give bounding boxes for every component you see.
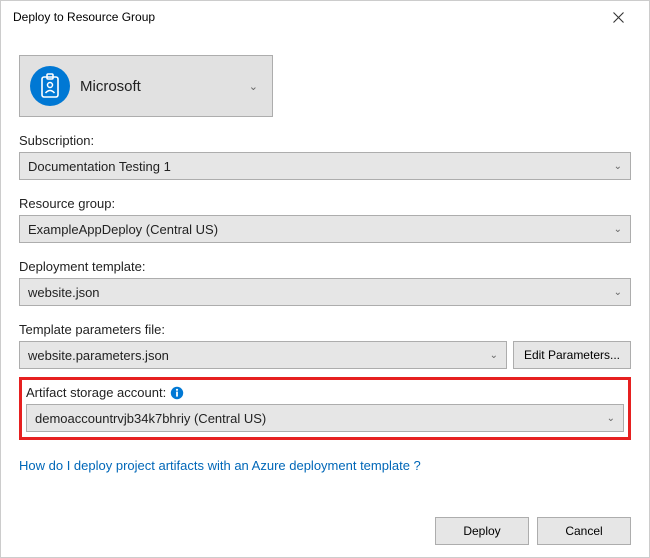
close-icon: [613, 12, 624, 23]
badge-icon: [39, 73, 61, 99]
dialog-footer: Deploy Cancel: [435, 517, 631, 545]
parameters-file-field: Template parameters file: website.parame…: [19, 322, 631, 369]
window-title: Deploy to Resource Group: [13, 10, 595, 24]
artifact-storage-label-text: Artifact storage account:: [26, 385, 166, 400]
deployment-template-combo[interactable]: website.json ⌄: [19, 278, 631, 306]
subscription-value: Documentation Testing 1: [28, 159, 614, 174]
artifact-storage-combo[interactable]: demoaccountrvjb34k7bhriy (Central US) ⌄: [26, 404, 624, 432]
resource-group-value: ExampleAppDeploy (Central US): [28, 222, 614, 237]
resource-group-field: Resource group: ExampleAppDeploy (Centra…: [19, 196, 631, 243]
deployment-template-field: Deployment template: website.json ⌄: [19, 259, 631, 306]
parameters-file-label: Template parameters file:: [19, 322, 631, 337]
deployment-template-value: website.json: [28, 285, 614, 300]
chevron-down-icon: ⌄: [614, 224, 622, 235]
chevron-down-icon: ⌄: [490, 350, 498, 361]
subscription-label: Subscription:: [19, 133, 631, 148]
deployment-template-label: Deployment template:: [19, 259, 631, 274]
help-link[interactable]: How do I deploy project artifacts with a…: [19, 458, 421, 473]
close-button[interactable]: [595, 2, 641, 32]
cancel-button[interactable]: Cancel: [537, 517, 631, 545]
chevron-down-icon: ⌄: [614, 161, 622, 172]
subscription-combo[interactable]: Documentation Testing 1 ⌄: [19, 152, 631, 180]
account-name: Microsoft: [80, 78, 249, 95]
artifact-storage-field: Artifact storage account: demoaccountrvj…: [26, 385, 624, 432]
chevron-down-icon: ⌄: [607, 413, 615, 424]
chevron-down-icon: ⌄: [249, 80, 258, 93]
info-icon[interactable]: [170, 386, 184, 400]
artifact-storage-value: demoaccountrvjb34k7bhriy (Central US): [35, 411, 607, 426]
parameters-file-value: website.parameters.json: [28, 348, 490, 363]
subscription-field: Subscription: Documentation Testing 1 ⌄: [19, 133, 631, 180]
chevron-down-icon: ⌄: [614, 287, 622, 298]
artifact-storage-label: Artifact storage account:: [26, 385, 624, 400]
account-selector[interactable]: Microsoft ⌄: [19, 55, 273, 117]
edit-parameters-button[interactable]: Edit Parameters...: [513, 341, 631, 369]
deploy-button[interactable]: Deploy: [435, 517, 529, 545]
dialog-content: Microsoft ⌄ Subscription: Documentation …: [1, 33, 649, 475]
parameters-file-combo[interactable]: website.parameters.json ⌄: [19, 341, 507, 369]
resource-group-label: Resource group:: [19, 196, 631, 211]
account-avatar: [30, 66, 70, 106]
resource-group-combo[interactable]: ExampleAppDeploy (Central US) ⌄: [19, 215, 631, 243]
title-bar: Deploy to Resource Group: [1, 1, 649, 33]
artifact-storage-highlight: Artifact storage account: demoaccountrvj…: [19, 377, 631, 440]
